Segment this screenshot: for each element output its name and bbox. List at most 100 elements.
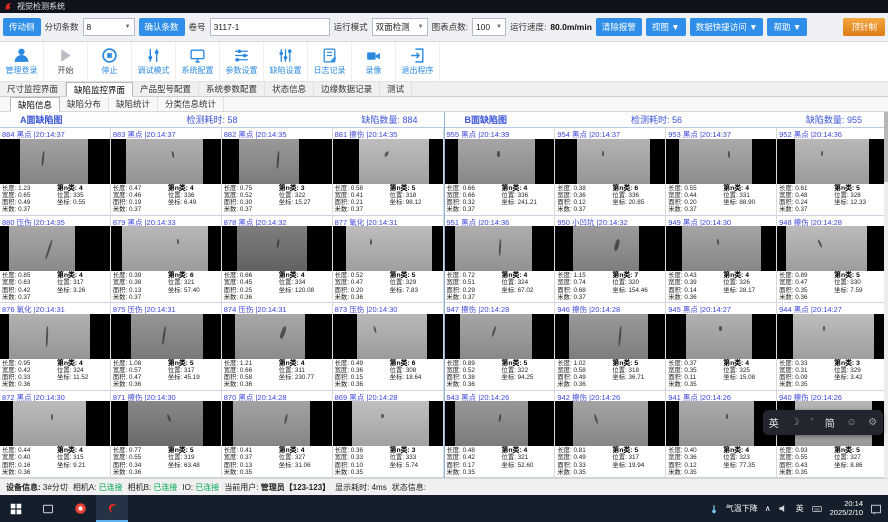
defect-image[interactable] (777, 139, 887, 184)
touch-keyboard-icon[interactable] (811, 504, 823, 514)
defect-image[interactable] (0, 314, 110, 359)
weather-text[interactable]: 气温下降 (726, 503, 758, 514)
defect-cell[interactable]: 871 擦伤 |20:14:30长度: 0.77宽度: 0.55面积: 0.34… (111, 391, 222, 479)
defect-cell[interactable]: 945 黑点 |20:14:27长度: 0.37宽度: 0.35面积: 0.11… (666, 303, 777, 391)
ime-punctuation-toggle[interactable]: ’ (811, 417, 813, 428)
defect-cell[interactable]: 876 氧化 |20:14:31长度: 0.95宽度: 0.42面积: 0.33… (0, 303, 111, 391)
subtab-defect-distribution[interactable]: 缺陷分布 (60, 97, 109, 111)
defect-cell[interactable]: 954 黑点 |20:14:37长度: 0.38宽度: 0.36面积: 0.12… (555, 128, 666, 216)
defect-image[interactable] (111, 139, 221, 184)
start-button[interactable] (0, 495, 32, 522)
tab-edge-data-record[interactable]: 边缘数据记录 (314, 82, 380, 96)
defect-cell[interactable]: 953 黑点 |20:14:37长度: 0.55宽度: 0.44面积: 0.20… (666, 128, 777, 216)
view-menu-button[interactable]: 视图 ▼ (646, 18, 686, 36)
browser-taskbar-button[interactable] (64, 495, 96, 522)
defect-cell[interactable]: 946 擦伤 |20:14:28长度: 1.02宽度: 0.58面积: 0.49… (555, 303, 666, 391)
run-mode-select[interactable]: 双面检测 ▼ (372, 18, 428, 36)
defect-image[interactable] (222, 226, 332, 271)
defect-cell[interactable]: 873 压伤 |20:14:30长度: 0.49宽度: 0.36面积: 0.15… (333, 303, 444, 391)
defect-image[interactable] (666, 314, 776, 359)
defect-image[interactable] (222, 314, 332, 359)
defect-image[interactable] (333, 401, 443, 446)
tab-test[interactable]: 测试 (380, 82, 412, 96)
defect-image[interactable] (666, 139, 776, 184)
defect-image[interactable] (111, 401, 221, 446)
defect-image[interactable] (777, 226, 887, 271)
defect-cell[interactable]: 941 黑点 |20:14:26长度: 0.40宽度: 0.36面积: 0.12… (666, 391, 777, 479)
defect-image[interactable] (445, 314, 555, 359)
defect-cell[interactable]: 951 黑点 |20:14:36长度: 0.72宽度: 0.51面积: 0.29… (445, 216, 556, 304)
defect-cell[interactable]: 878 黑点 |20:14:32长度: 0.66宽度: 0.45面积: 0.25… (222, 216, 333, 304)
defect-image[interactable] (445, 401, 555, 446)
defect-image[interactable] (0, 226, 110, 271)
defect-image[interactable] (333, 314, 443, 359)
defect-image[interactable] (445, 226, 555, 271)
ime-simplified-toggle[interactable]: 简 (825, 415, 835, 430)
defect-cell[interactable]: 944 黑点 |20:14:27长度: 0.33宽度: 0.31面积: 0.09… (777, 303, 888, 391)
ime-lang-toggle[interactable]: 英 (769, 415, 779, 430)
defect-image[interactable] (111, 226, 221, 271)
defect-cell[interactable]: 952 黑点 |20:14:36长度: 0.61宽度: 0.48面积: 0.24… (777, 128, 888, 216)
tab-defect-monitor[interactable]: 缺陷监控界面 (66, 82, 133, 97)
defect-image[interactable] (445, 139, 555, 184)
defect-image[interactable] (555, 401, 665, 446)
defect-cell[interactable]: 884 黑点 |20:14:37长度: 1.23宽度: 0.65面积: 0.49… (0, 128, 111, 216)
defect-cell[interactable]: 874 压伤 |20:14:31长度: 1.21宽度: 0.66面积: 0.58… (222, 303, 333, 391)
exit-program-button[interactable]: 退出程序 (396, 42, 440, 81)
ime-moon-icon[interactable]: ☽ (790, 417, 799, 428)
defect-image[interactable] (222, 139, 332, 184)
tray-expand-chevron[interactable]: ∧ (765, 504, 771, 513)
chart-points-select[interactable]: 100 ▼ (472, 18, 506, 36)
vertical-scrollbar[interactable] (884, 112, 888, 478)
record-video-button[interactable]: 录像 (352, 42, 396, 81)
start-button[interactable]: 开始 (44, 42, 88, 81)
defect-cell[interactable]: 880 压伤 |20:14:35长度: 0.85宽度: 0.63面积: 0.42… (0, 216, 111, 304)
input-language-indicator[interactable]: 英 (796, 503, 804, 514)
defect-image[interactable] (333, 226, 443, 271)
log-record-button[interactable]: 日志记录 (308, 42, 352, 81)
defect-cell[interactable]: 943 黑点 |20:14:26长度: 0.48宽度: 0.42面积: 0.17… (445, 391, 556, 479)
defect-image[interactable] (666, 401, 776, 446)
action-center-icon[interactable] (870, 503, 882, 515)
defect-cell[interactable]: 879 黑点 |20:14:33长度: 0.39宽度: 0.38面积: 0.13… (111, 216, 222, 304)
defect-image[interactable] (555, 139, 665, 184)
defect-image[interactable] (0, 139, 110, 184)
subtab-defect-statistics[interactable]: 缺陷统计 (109, 97, 158, 111)
ime-settings-icon[interactable]: ⚙ (868, 417, 877, 428)
defect-cell[interactable]: 872 黑点 |20:14:30长度: 0.44宽度: 0.40面积: 0.16… (0, 391, 111, 479)
admin-login-button[interactable]: 管理登录 (0, 42, 44, 81)
taskbar-clock[interactable]: 20:14 2025/2/10 (830, 500, 863, 517)
task-view-button[interactable] (32, 495, 64, 522)
stop-button[interactable]: 停止 (88, 42, 132, 81)
defect-cell[interactable]: 869 黑点 |20:14:28长度: 0.36宽度: 0.33面积: 0.10… (333, 391, 444, 479)
defect-image[interactable] (777, 314, 887, 359)
roll-number-input[interactable]: 3117-1 (210, 18, 330, 36)
subtab-defect-info[interactable]: 缺陷信息 (10, 97, 60, 112)
ime-emoji-icon[interactable]: ☺ (846, 417, 856, 428)
defect-image[interactable] (555, 226, 665, 271)
defect-cell[interactable]: 883 黑点 |20:14:37长度: 0.47宽度: 0.46面积: 0.19… (111, 128, 222, 216)
defect-cell[interactable]: 949 黑点 |20:14:30长度: 0.43宽度: 0.39面积: 0.14… (666, 216, 777, 304)
subtab-class-info-statistics[interactable]: 分类信息统计 (158, 97, 224, 111)
defect-cell[interactable]: 870 黑点 |20:14:28长度: 0.41宽度: 0.37面积: 0.13… (222, 391, 333, 479)
ejector-button[interactable]: 顶针制 (843, 18, 885, 36)
defect-cell[interactable]: 950 小凹坑 |20:14:32长度: 1.15宽度: 0.74面积: 0.6… (555, 216, 666, 304)
drive-side-button[interactable]: 传动侧 (3, 18, 41, 36)
confirm-count-button[interactable]: 确认条数 (139, 18, 185, 36)
debug-mode-button[interactable]: 调试模式 (132, 42, 176, 81)
scrollbar-thumb[interactable] (884, 112, 888, 182)
defect-cell[interactable]: 942 擦伤 |20:14:26长度: 0.81宽度: 0.49面积: 0.33… (555, 391, 666, 479)
defect-cell[interactable]: 882 黑点 |20:14:35长度: 0.75宽度: 0.52面积: 0.30… (222, 128, 333, 216)
defect-image[interactable] (0, 401, 110, 446)
defect-cell[interactable]: 881 擦伤 |20:14:35长度: 0.58宽度: 0.41面积: 0.21… (333, 128, 444, 216)
slit-count-select[interactable]: 8 ▼ (83, 18, 135, 36)
tab-product-model-config[interactable]: 产品型号配置 (133, 82, 199, 96)
defect-settings-button[interactable]: 缺陷设置 (264, 42, 308, 81)
defect-cell[interactable]: 947 擦伤 |20:14:28长度: 0.89宽度: 0.52面积: 0.38… (445, 303, 556, 391)
help-menu-button[interactable]: 帮助 ▼ (767, 18, 807, 36)
defect-cell[interactable]: 875 压伤 |20:14:31长度: 1.08宽度: 0.57面积: 0.47… (111, 303, 222, 391)
tab-status-info[interactable]: 状态信息 (265, 82, 314, 96)
defect-cell[interactable]: 948 擦伤 |20:14:28长度: 0.89宽度: 0.47面积: 0.35… (777, 216, 888, 304)
defect-cell[interactable]: 877 氧化 |20:14:31长度: 0.52宽度: 0.47面积: 0.20… (333, 216, 444, 304)
defect-image[interactable] (222, 401, 332, 446)
